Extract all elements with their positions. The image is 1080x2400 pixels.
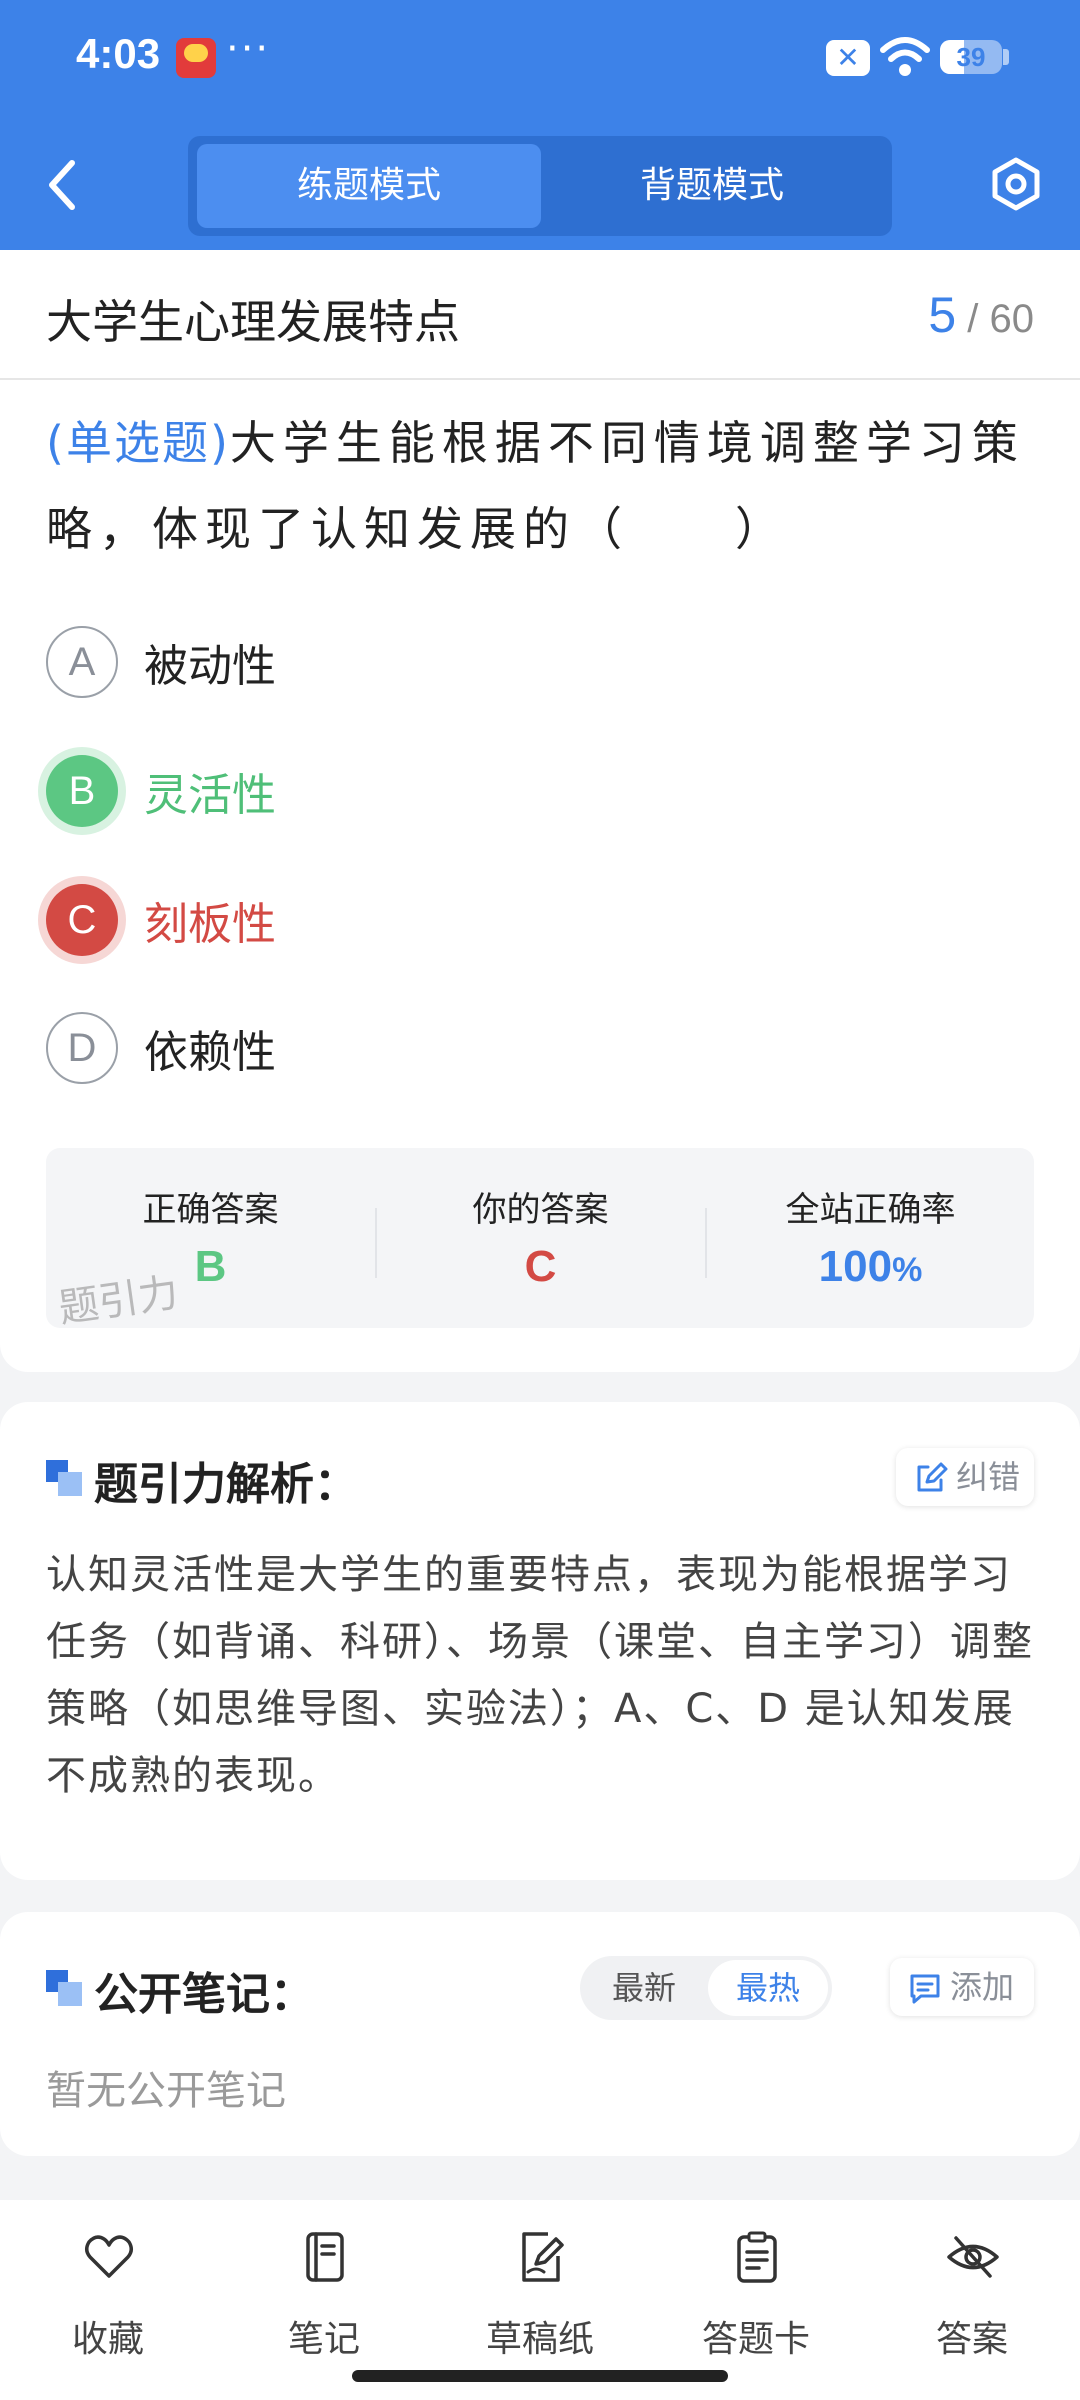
public-notes-card: 公开笔记： 最新 最热 添加 暂无公开笔记 [0,1912,1080,2156]
more-notifications-icon: ··· [226,26,271,72]
answer-summary: 正确答案 B 你的答案 C 全站正确率 100% 题引力 [46,1148,1034,1328]
add-note-label: 添加 [950,1968,1015,2006]
edit-icon [917,1462,948,1492]
nav-label: 答题卡 [701,2319,810,2360]
tab-memorize-mode[interactable]: 背题模式 [540,144,884,228]
wifi-icon [880,37,930,76]
option-text: 灵活性 [144,770,276,821]
analysis-card: 题引力解析： 纠错 认知灵活性是大学生的重要特点，表现为能根据学习任务（如背诵、… [0,1402,1080,1880]
nav-answer-card[interactable]: 答题卡 [666,2224,846,2360]
accuracy-number: 100 [818,1242,893,1291]
your-answer-label: 你的答案 [472,1190,609,1230]
report-error-button[interactable]: 纠错 [896,1448,1034,1506]
eye-off-icon [947,2236,999,2278]
question-header: 大学生心理发展特点 5 / 60 [0,250,1080,380]
section-title: 大学生心理发展特点 [46,295,460,349]
option-letter: D [46,1012,118,1084]
nav-label: 笔记 [287,2319,360,2360]
your-answer-col: 你的答案 C [376,1148,705,1328]
analysis-text: 认知灵活性是大学生的重要特点，表现为能根据学习任务（如背诵、科研）、场景（课堂、… [46,1552,1034,1799]
heart-icon [85,2235,133,2278]
total-questions: / 60 [967,297,1034,341]
accuracy-value: 100% [706,1242,1034,1292]
sort-hottest[interactable]: 最热 [708,1960,828,2016]
correct-answer-label: 正确答案 [142,1190,279,1230]
sort-newest[interactable]: 最新 [584,1960,704,2016]
nav-notes[interactable]: 笔记 [234,2224,414,2360]
nav-label: 草稿纸 [485,2319,594,2360]
option-letter: C [46,884,118,956]
analysis-title: 题引力解析： [94,1459,358,1510]
answer-card-icon [737,2231,777,2283]
option-c[interactable]: C 刻板性 [46,880,846,960]
nav-label: 收藏 [71,2319,144,2360]
option-letter: A [46,626,118,698]
section-square-icon [46,1970,82,2006]
accuracy-col: 全站正确率 100% [706,1148,1034,1328]
add-note-button[interactable]: 添加 [890,1958,1034,2016]
nav-answer[interactable]: 答案 [882,2224,1062,2360]
app-notification-icon [176,38,216,78]
mode-switch: 练题模式 背题模式 [188,136,892,236]
comment-icon [910,1974,940,2004]
notes-title: 公开笔记： [94,1969,314,2020]
your-answer-value: C [524,1242,557,1291]
current-question-number: 5 [928,287,957,343]
accuracy-unit: % [892,1251,923,1289]
status-time: 4:03 [76,30,161,77]
empty-notes-text: 暂无公开笔记 [46,2068,286,2114]
nav-draft-paper[interactable]: 草稿纸 [450,2224,630,2360]
option-a[interactable]: A 被动性 [46,622,846,702]
no-sim-icon: ✕ [826,40,870,76]
option-text: 依赖性 [144,1027,276,1078]
question-card: 大学生心理发展特点 5 / 60 (单选题)大学生能根据不同情境调整学习策略，体… [0,250,1080,1372]
option-text: 被动性 [144,641,276,692]
question-type: (单选题) [46,416,230,470]
tab-practice-mode[interactable]: 练题模式 [197,144,541,228]
home-indicator[interactable] [352,2370,728,2382]
battery-nub [1003,49,1009,65]
question-text: (单选题)大学生能根据不同情境调整学习策略，体现了认知发展的（ ） [46,400,1036,572]
option-text: 刻板性 [144,899,276,950]
question-counter: 5 / 60 [928,286,1034,344]
status-bar: 4:03 ··· ✕ 39 [0,0,1080,118]
notes-sort-toggle: 最新 最热 [580,1956,832,2020]
accuracy-label: 全站正确率 [785,1190,956,1230]
report-error-label: 纠错 [956,1458,1021,1496]
top-header: 4:03 ··· ✕ 39 练题模式 背题模式 [0,0,1080,250]
option-d[interactable]: D 依赖性 [46,1008,846,1088]
settings-hex-icon[interactable] [988,156,1044,212]
nav-favorite[interactable]: 收藏 [18,2224,198,2360]
battery-icon: 39 [940,40,1002,74]
section-square-icon [46,1460,82,1496]
back-arrow-icon[interactable] [38,155,88,215]
option-b[interactable]: B 灵活性 [46,751,846,831]
notebook-icon [306,2232,344,2282]
nav-label: 答案 [935,2319,1008,2360]
option-letter: B [46,755,118,827]
draft-paper-icon [522,2232,564,2282]
battery-level: 39 [956,42,986,72]
